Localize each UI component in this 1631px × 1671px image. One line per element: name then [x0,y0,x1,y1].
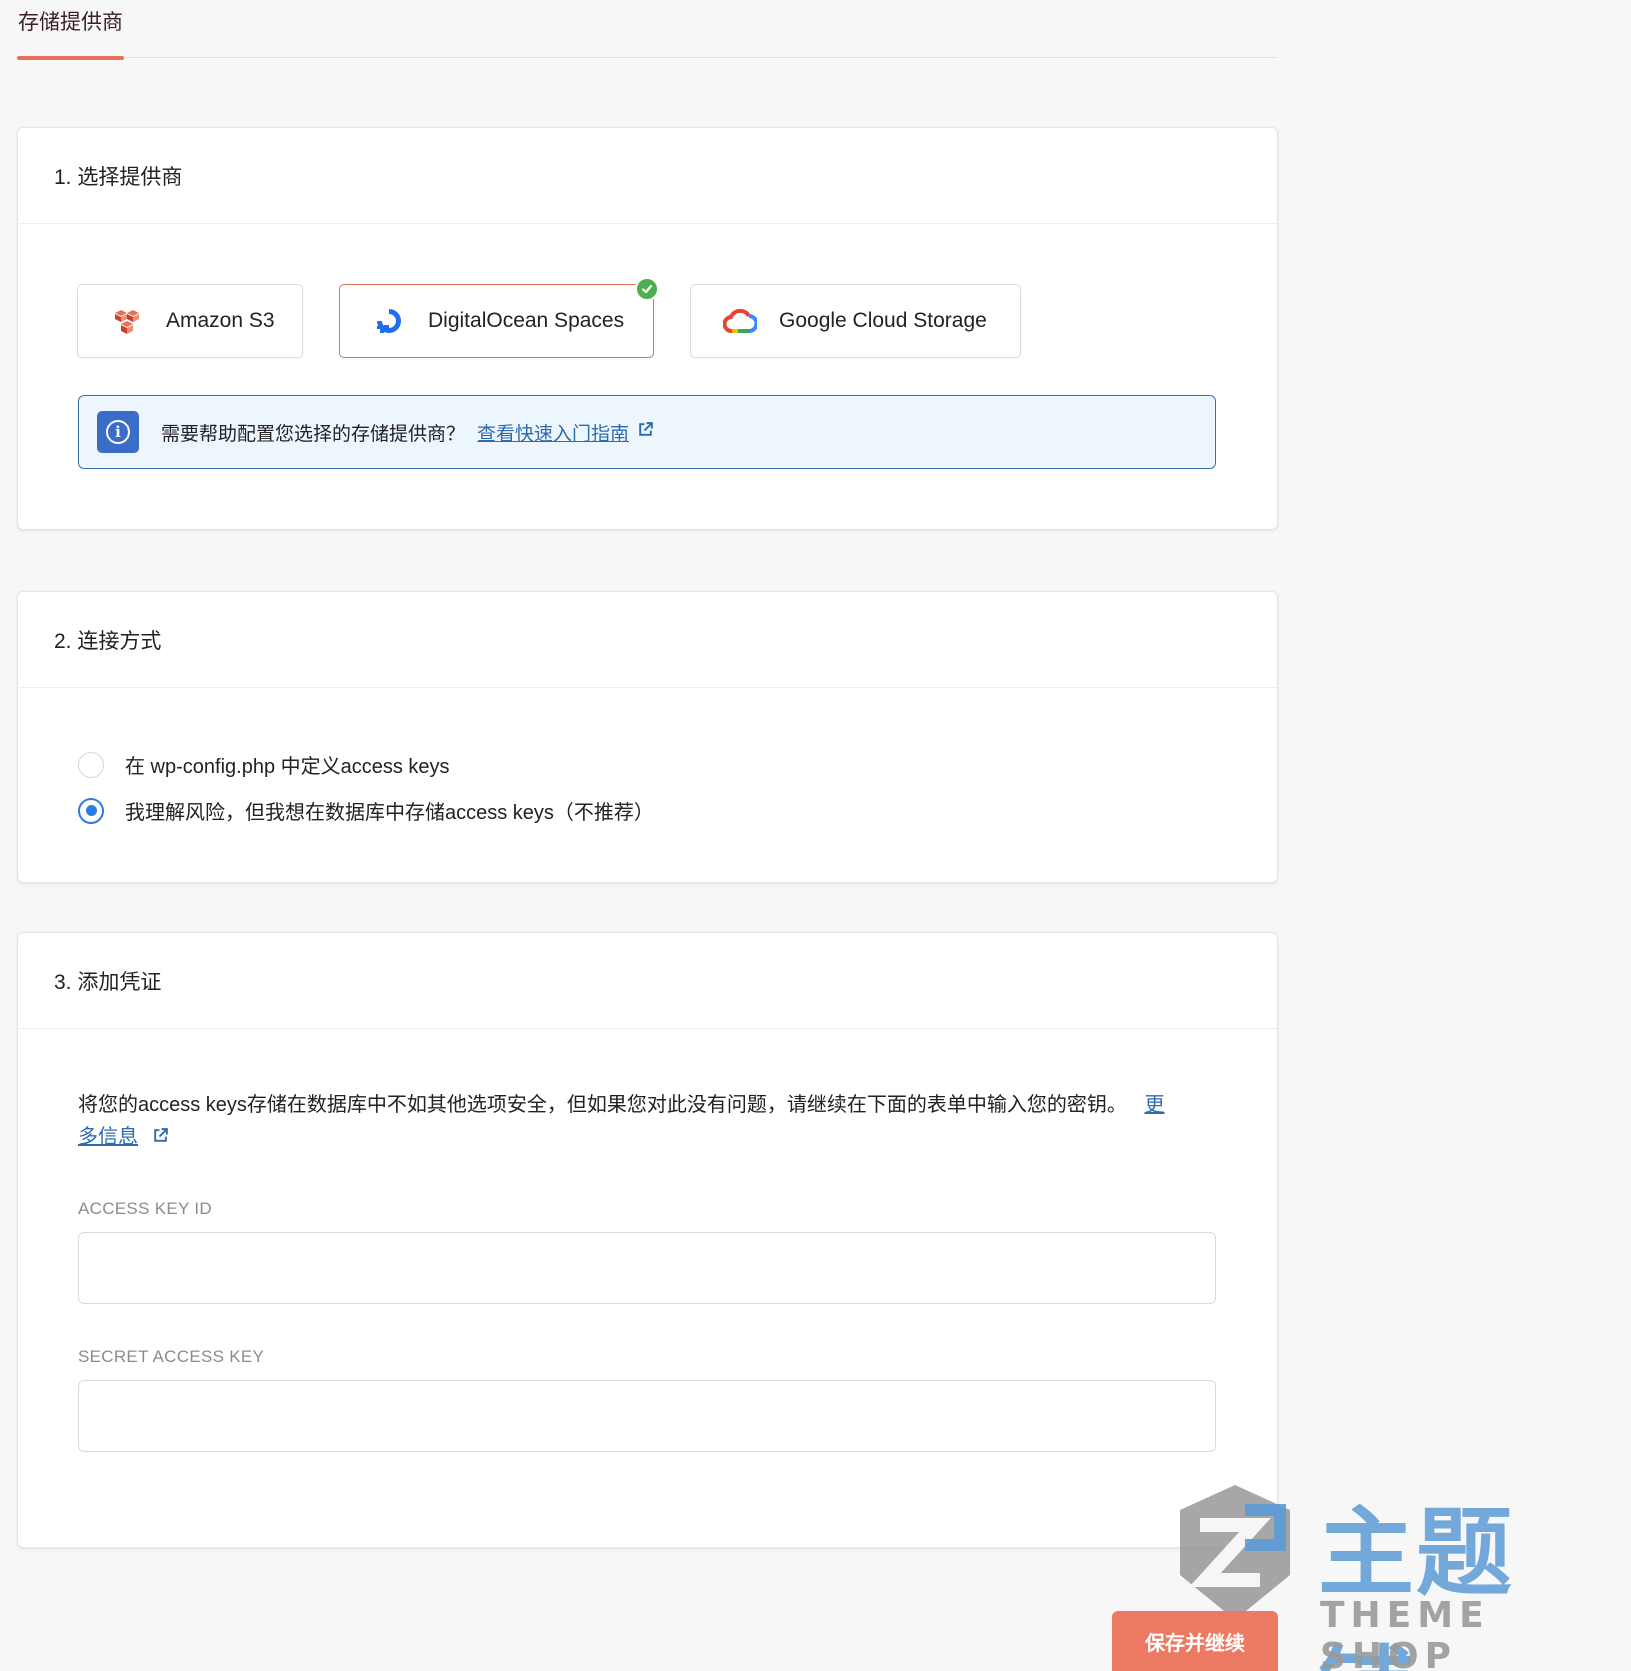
access-key-id-input[interactable] [78,1232,1216,1304]
radio-button[interactable] [78,797,104,824]
save-and-continue-button[interactable]: 保存并继续 [1112,1611,1278,1671]
provider-google-cloud-storage[interactable]: Google Cloud Storage [690,284,1021,358]
secret-access-key-input[interactable] [78,1380,1216,1452]
secret-access-key-label: SECRET ACCESS KEY [78,1347,265,1366]
tab-bar: 存储提供商 [17,0,1278,60]
access-key-id-label: ACCESS KEY ID [78,1199,212,1218]
section-title: 3. 添加凭证 [18,933,1277,1029]
section-title: 1. 选择提供商 [18,128,1277,224]
quick-start-guide-link[interactable]: 查看快速入门指南 [477,419,629,446]
connection-method-panel: 2. 连接方式 在 wp-config.php 中定义access keys 我… [17,591,1278,883]
radio-label: 在 wp-config.php 中定义access keys [125,756,450,778]
tab-active-indicator [17,56,124,60]
radio-button[interactable] [78,751,104,778]
info-icon: i [97,411,139,453]
external-link-icon [637,421,654,444]
tab-storage-provider[interactable]: 存储提供商 [17,6,124,60]
description-text: 将您的access keys存储在数据库中不如其他选项安全，但如果您对此没有问题… [78,1094,1127,1116]
radio-wp-config[interactable]: 在 wp-config.php 中定义access keys [78,750,450,779]
section-title: 2. 连接方式 [18,592,1277,688]
provider-amazon-s3[interactable]: Amazon S3 [77,284,303,358]
provider-label: Google Cloud Storage [779,309,987,332]
digitalocean-icon [372,304,406,338]
help-notice: i 需要帮助配置您选择的存储提供商？ 查看快速入门指南 [78,395,1216,469]
watermark-en-text: THEME SHOP [1320,1595,1490,1671]
provider-panel: 1. 选择提供商 Amazon S3 DigitalOcean Spaces G… [17,127,1278,530]
watermark-emblem-icon [1180,1485,1290,1620]
tab-label: 存储提供商 [18,11,123,34]
radio-label: 我理解风险，但我想在数据库中存储access keys（不推荐） [125,802,654,824]
credentials-panel: 3. 添加凭证 将您的access keys存储在数据库中不如其他选项安全，但如… [17,932,1278,1548]
provider-digitalocean-spaces[interactable]: DigitalOcean Spaces [339,277,659,358]
google-cloud-icon [723,304,757,338]
selected-check-icon [635,277,659,301]
credentials-description: 将您的access keys存储在数据库中不如其他选项安全，但如果您对此没有问题… [78,1089,1178,1154]
external-link-icon [152,1122,169,1154]
notice-text: 需要帮助配置您选择的存储提供商？ [161,423,466,445]
aws-s3-icon [110,304,144,338]
radio-database[interactable]: 我理解风险，但我想在数据库中存储access keys（不推荐） [78,796,654,825]
provider-label: DigitalOcean Spaces [428,309,625,332]
provider-label: Amazon S3 [166,309,275,332]
